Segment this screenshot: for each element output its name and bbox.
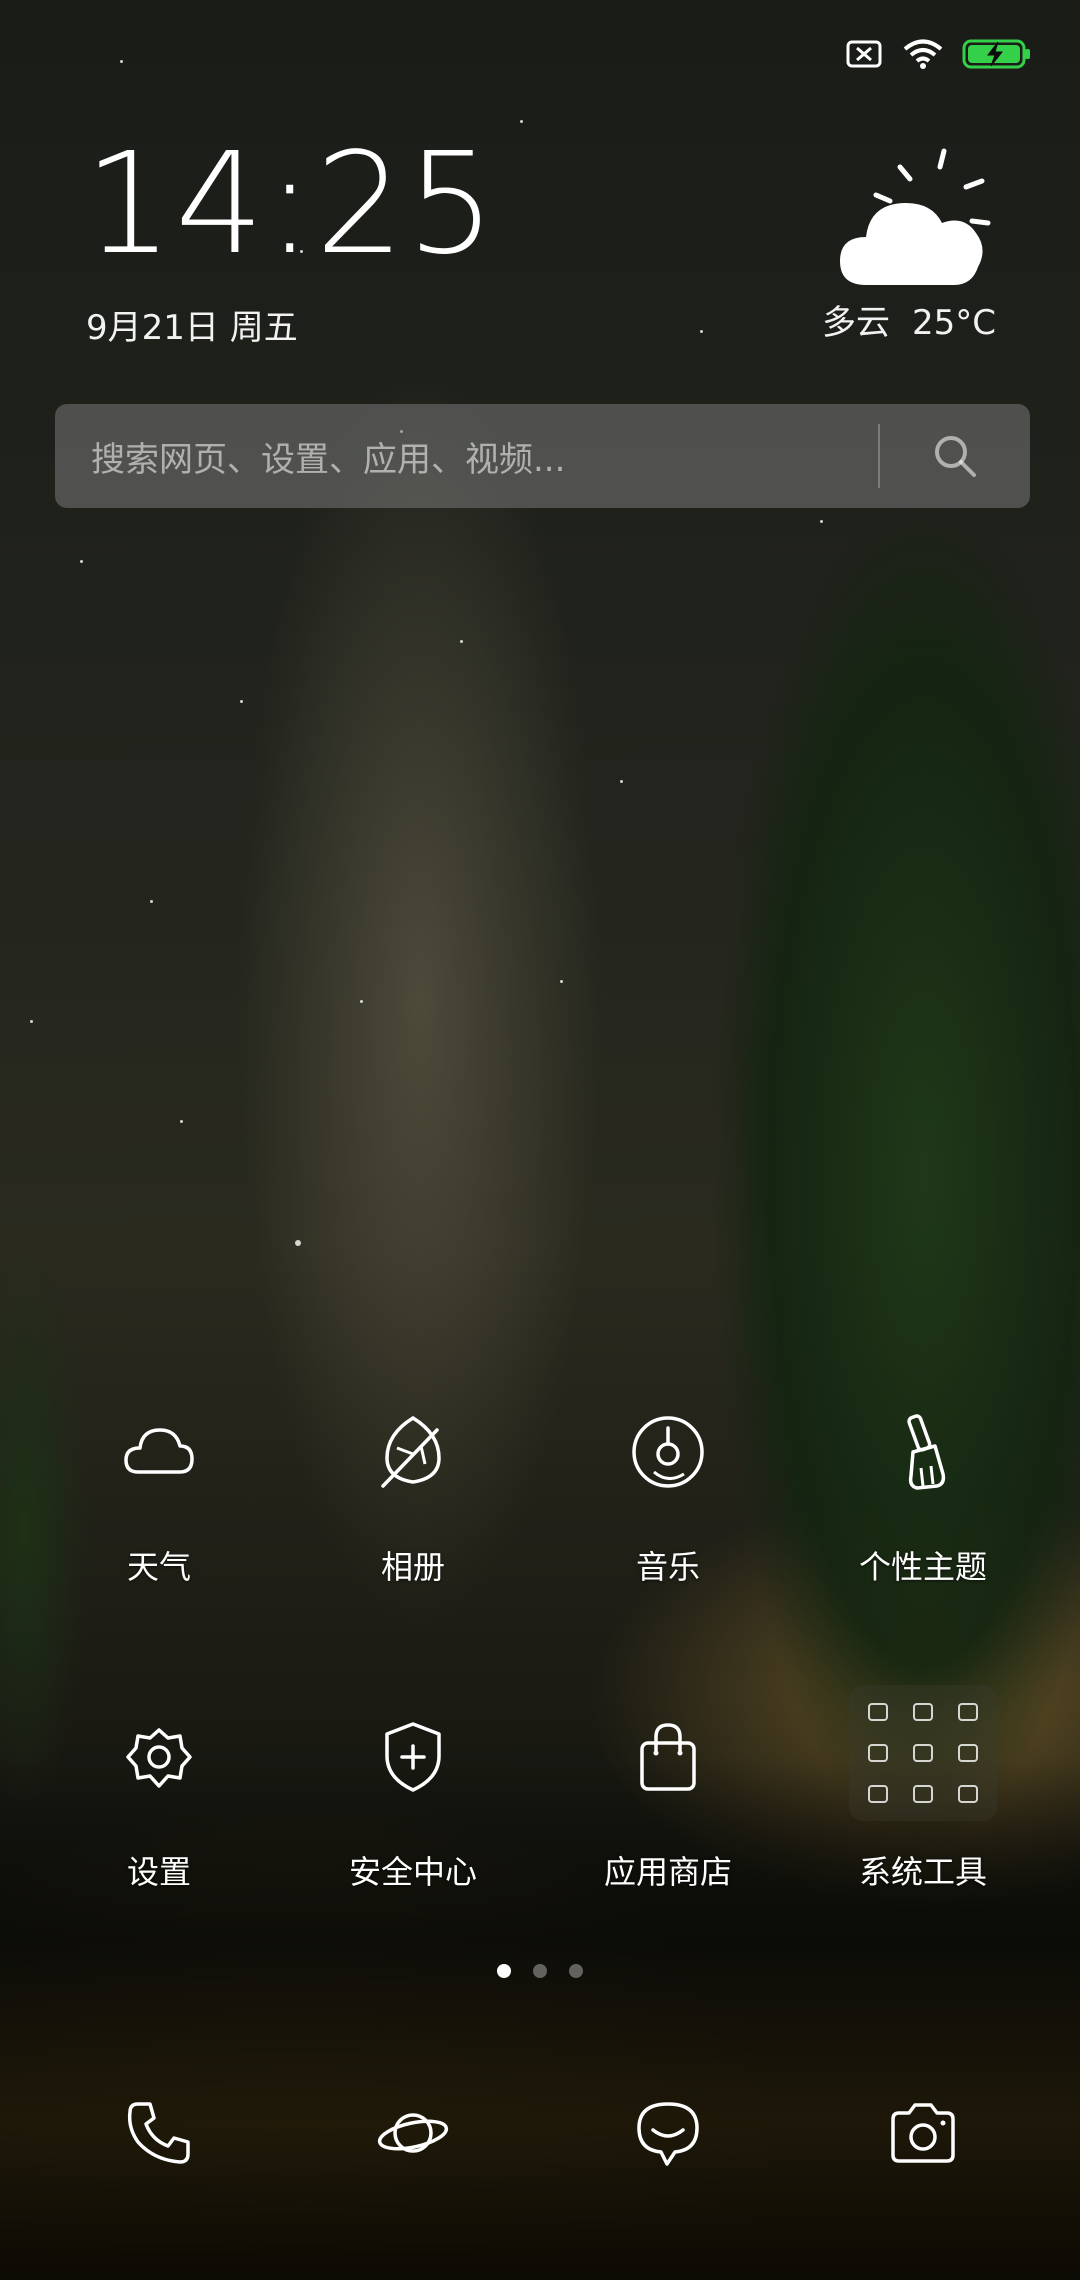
- folder-app-icon: [867, 1785, 888, 1804]
- gallery-leaf-icon: [293, 1402, 533, 1502]
- folder-app-icon: [867, 1743, 888, 1762]
- page-dot[interactable]: [569, 1964, 583, 1978]
- page-indicator[interactable]: [0, 1964, 1080, 1978]
- app-settings[interactable]: 设置: [39, 1707, 279, 1893]
- app-label: 个性主题: [858, 1548, 987, 1586]
- browser-planet-icon: [375, 2103, 451, 2167]
- app-label: 应用商店: [603, 1853, 732, 1891]
- wifi-icon: [902, 38, 944, 70]
- folder-icon: [849, 1685, 997, 1821]
- app-security[interactable]: 安全中心: [293, 1707, 533, 1893]
- weather-condition: 多云: [821, 303, 890, 343]
- folder-app-icon: [958, 1743, 979, 1762]
- sim-off-icon: [846, 39, 884, 69]
- dock-phone[interactable]: [99, 2090, 219, 2180]
- folder-app-icon: [867, 1702, 888, 1721]
- app-store-bag-icon: [548, 1707, 788, 1807]
- folder-app-icon: [912, 1785, 933, 1804]
- folder-app-icon: [912, 1743, 933, 1762]
- clock-date[interactable]: 9月21日 周五: [86, 300, 298, 349]
- search-bar[interactable]: 搜索网页、设置、应用、视频...: [55, 404, 1030, 508]
- settings-gear-icon: [39, 1707, 279, 1807]
- app-gallery[interactable]: 相册: [293, 1402, 533, 1588]
- weather-summary: 多云 25°C: [800, 295, 996, 344]
- folder-app-icon: [958, 1702, 979, 1721]
- battery-charging-icon: [962, 38, 1032, 70]
- dock-messages[interactable]: [608, 2090, 728, 2180]
- search-input[interactable]: 搜索网页、设置、应用、视频...: [55, 432, 878, 481]
- messages-icon: [633, 2098, 703, 2172]
- app-label: 系统工具: [858, 1853, 987, 1891]
- status-bar: [846, 38, 1032, 70]
- app-store[interactable]: 应用商店: [548, 1707, 788, 1893]
- partly-cloudy-icon: [836, 145, 996, 289]
- app-label: 安全中心: [348, 1853, 477, 1891]
- folder-app-icon: [958, 1785, 979, 1804]
- app-label: 设置: [126, 1853, 191, 1891]
- camera-icon: [887, 2101, 959, 2169]
- app-music[interactable]: 音乐: [548, 1402, 788, 1588]
- app-system-tools-folder[interactable]: 系统工具: [803, 1685, 1043, 1893]
- security-shield-icon: [293, 1707, 533, 1807]
- clock-time[interactable]: 14:25: [84, 135, 497, 275]
- app-themes[interactable]: 个性主题: [803, 1402, 1043, 1588]
- dock-camera[interactable]: [863, 2090, 983, 2180]
- app-label: 相册: [380, 1548, 445, 1586]
- page-dot[interactable]: [533, 1964, 547, 1978]
- app-weather[interactable]: 天气: [39, 1402, 279, 1588]
- app-label: 音乐: [635, 1548, 700, 1586]
- folder-app-icon: [912, 1702, 933, 1721]
- weather-cloud-icon: [39, 1402, 279, 1502]
- search-icon[interactable]: [880, 433, 1030, 479]
- music-disc-icon: [548, 1402, 788, 1502]
- home-screen: 14:25 9月21日 周五 多云 25°C 搜索网页、设置、应用、视频...: [0, 0, 1080, 2280]
- page-dot[interactable]: [497, 1964, 511, 1978]
- weather-temperature: 25°C: [911, 303, 996, 343]
- app-label: 天气: [126, 1548, 191, 1586]
- themes-brush-icon: [803, 1402, 1043, 1502]
- dock-browser[interactable]: [353, 2090, 473, 2180]
- phone-icon: [124, 2098, 194, 2172]
